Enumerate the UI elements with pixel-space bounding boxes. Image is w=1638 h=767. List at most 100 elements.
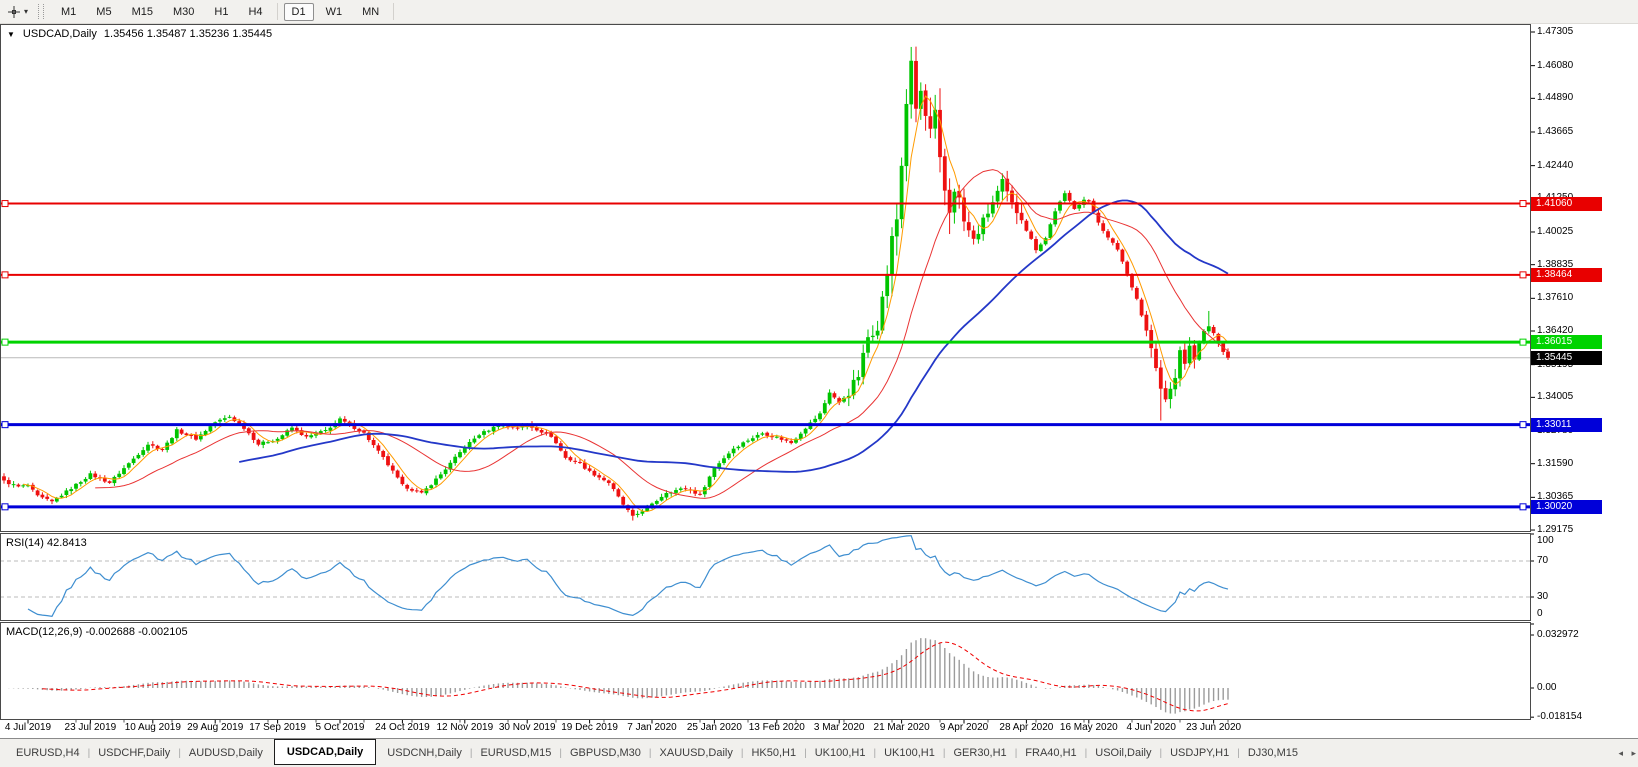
date-axis-label: 29 Aug 2019 [187,722,244,733]
chart-tabs-bar: EURUSD,H4 | USDCHF,Daily | AUDUSD,Daily USDCA… [0,738,1638,767]
rsi-pane-border [0,533,1531,621]
line-handle [1,338,9,346]
hline-price-label[interactable]: 1.36015 [1531,335,1602,350]
line-handle [1519,503,1527,511]
current-price-label: 1.35445 [1531,350,1602,365]
hline-price-label[interactable]: 1.38464 [1531,267,1602,282]
date-axis-label: 13 Feb 2020 [748,722,805,733]
timeframe-button-m30[interactable]: M30 [165,3,202,21]
timeframe-toolbar: ▾ M1 M5 M15 M30 H1 H4 D1 W1 MN [0,0,1638,24]
timeframe-button-m15[interactable]: M15 [124,3,161,21]
rsi-axis-label: 0 [1537,608,1543,619]
chart-tab-eurusd-m15[interactable]: EURUSD,M15 [472,743,559,763]
line-handle [1,200,9,208]
price-axis-label: 1.46080 [1537,59,1574,71]
macd-signal-line [42,641,1229,712]
chart-tab-usdjpy-h1[interactable]: USDJPY,H1 [1162,743,1237,763]
toolbar-separator [276,3,278,20]
date-axis-label: 7 Jan 2020 [627,722,677,733]
date-axis-label: 21 Mar 2020 [873,722,930,733]
price-axis-label: 1.44890 [1537,92,1574,104]
hline-price-label[interactable]: 1.41060 [1531,196,1602,211]
chart-tab-usdchf-daily[interactable]: USDCHF,Daily [90,743,178,763]
date-axis-label: 4 Jun 2020 [1126,722,1176,733]
chart-title: ▼ USDCAD,Daily 1.35456 1.35487 1.35236 1… [7,28,272,40]
chart-tab-dj30-m15[interactable]: DJ30,M15 [1240,743,1306,763]
chart-tabs: EURUSD,H4 | USDCHF,Daily | AUDUSD,Daily USDCA… [8,739,1306,767]
price-axis-label: 1.34005 [1537,391,1574,403]
crosshair-cursor-icon [8,5,20,18]
dropdown-arrow-icon: ▾ [24,7,29,16]
date-axis-label: 5 Oct 2019 [315,722,365,733]
date-axis-label: 4 Jul 2019 [4,722,52,733]
rsi-indicator-label: RSI(14) 42.8413 [6,537,87,549]
rsi-axis-label: 100 [1537,535,1554,546]
main-price-pane [1,46,1530,521]
chart-tab-usdcnh-daily[interactable]: USDCNH,Daily [379,743,470,763]
timeframe-button-m1[interactable]: M1 [53,3,84,21]
line-handle [1519,271,1527,279]
rsi-line [27,535,1229,617]
macd-axis-label: 0.00 [1537,682,1557,693]
timeframe-button-w1[interactable]: W1 [318,3,351,21]
date-axis-label: 17 Sep 2019 [249,722,306,733]
date-axis-label: 10 Aug 2019 [124,722,181,733]
chart-tab-xauusd-daily[interactable]: XAUUSD,Daily [652,743,741,763]
chart-tab-fra40-h1[interactable]: FRA40,H1 [1017,743,1084,763]
macd-axis-label: -0.018154 [1537,711,1583,723]
line-handle [1,271,9,279]
line-handle [1519,421,1527,429]
toolbar-grip[interactable] [38,4,45,19]
line-handle [1519,338,1527,346]
line-handle [1,503,9,511]
timeframe-button-mn[interactable]: MN [354,3,387,21]
timeframe-button-h1[interactable]: H1 [206,3,236,21]
price-axis-label: 1.43665 [1537,125,1574,137]
hline-price-label[interactable]: 1.30020 [1531,499,1602,514]
chart-tab-usdcad-daily[interactable]: USDCAD,Daily [273,739,377,765]
macd-indicator-label: MACD(12,26,9) -0.002688 -0.002105 [6,626,188,638]
date-axis-label: 30 Nov 2019 [498,722,556,733]
timeframe-button-d1[interactable]: D1 [283,2,314,21]
chart-tab-eurusd-h4[interactable]: EURUSD,H4 [8,743,88,763]
moving-average-line [95,169,1229,499]
chart-tab-ger30-h1[interactable]: GER30,H1 [945,743,1014,763]
date-axis-label: 9 Apr 2020 [939,722,989,733]
macd-pane [8,638,1229,714]
date-axis-label: 12 Nov 2019 [436,722,494,733]
price-axis-label: 1.42440 [1537,159,1574,171]
macd-axis-label: 0.032972 [1537,629,1579,640]
date-axis-label: 16 May 2020 [1059,722,1118,733]
macd-pane-border [0,622,1531,720]
date-axis-label: 24 Oct 2019 [375,722,430,733]
price-axis-label: 1.37610 [1537,292,1574,304]
timeframe-button-h4[interactable]: H4 [240,3,270,21]
hline-price-label[interactable]: 1.33011 [1531,417,1602,432]
line-handle [1,421,9,429]
main-pane-border [0,24,1531,532]
rsi-pane [1,535,1530,617]
date-axis-label: 28 Apr 2020 [999,722,1054,733]
date-axis-label: 3 Mar 2020 [813,722,865,733]
collapse-arrow-icon[interactable]: ▼ [7,30,15,39]
date-axis-label: 19 Dec 2019 [561,722,618,733]
date-axis-label: 23 Jul 2019 [64,722,117,733]
chart-tab-audusd-daily[interactable]: AUDUSD,Daily [181,743,271,763]
chart-tab-uk100-h1[interactable]: UK100,H1 [807,743,874,763]
timeframe-buttons: M1 M5 M15 M30 H1 H4 D1 W1 MN [51,2,398,21]
rsi-axis-label: 30 [1537,591,1549,602]
chart-tab-hk50-h1[interactable]: HK50,H1 [743,743,804,763]
moving-average-line [239,199,1229,473]
symbol-period-label: USDCAD,Daily [22,28,97,40]
chart-tab-usoil-daily[interactable]: USOil,Daily [1087,743,1159,763]
tab-scroll-arrows[interactable]: ◂ ▸ [1618,748,1638,759]
date-axis-label: 25 Jan 2020 [686,722,742,733]
chart-tab-gbpusd-m30[interactable]: GBPUSD,M30 [562,743,649,763]
ohlc-values: 1.35456 1.35487 1.35236 1.35445 [103,28,273,40]
mt4-window: ▾ M1 M5 M15 M30 H1 H4 D1 W1 MN ▼ USDCAD,Daily 1.… [0,0,1638,767]
crosshair-tool-button[interactable]: ▾ [0,5,33,19]
chart-tab-uk100-h1[interactable]: UK100,H1 [876,743,943,763]
price-axis-label: 1.40025 [1537,225,1574,237]
timeframe-button-m5[interactable]: M5 [88,3,119,21]
chart-canvas[interactable] [0,0,1638,766]
